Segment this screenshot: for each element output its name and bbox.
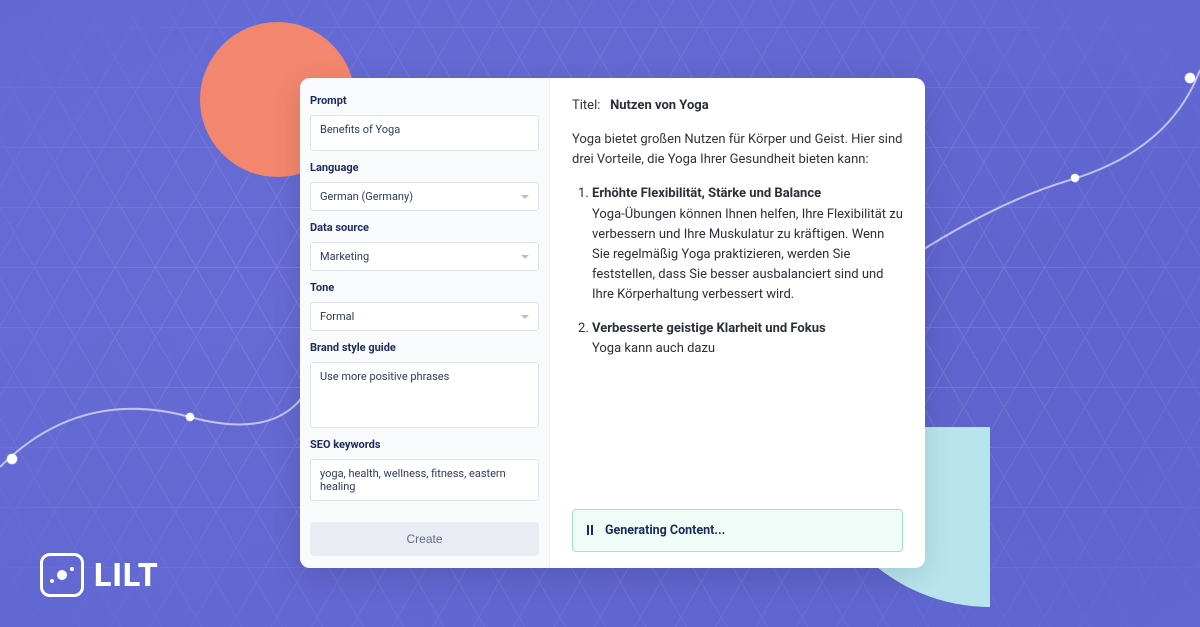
benefit-title: Erhöhte Flexibilität, Stärke und Balance	[592, 184, 903, 204]
brand-logo-text: LILT	[94, 556, 159, 594]
form-panel: Prompt Language German (Germany) Data so…	[300, 78, 550, 568]
benefit-body: Yoga kann auch dazu	[592, 339, 903, 359]
brand-logo-icon	[40, 553, 84, 597]
output-title-value: Nutzen von Yoga	[610, 98, 709, 113]
seo-label: SEO keywords	[310, 438, 539, 451]
brand-style-label: Brand style guide	[310, 341, 539, 354]
tone-select[interactable]: Formal	[310, 302, 539, 331]
brand-style-input[interactable]	[310, 362, 539, 428]
data-source-select[interactable]: Marketing	[310, 242, 539, 271]
brand-logo: LILT	[40, 553, 159, 597]
benefit-title: Verbesserte geistige Klarheit und Fokus	[592, 319, 903, 339]
tone-label: Tone	[310, 281, 539, 294]
list-item: Erhöhte Flexibilität, Stärke und Balance…	[592, 184, 903, 305]
list-item: Verbesserte geistige Klarheit und Fokus …	[592, 319, 903, 359]
data-source-label: Data source	[310, 221, 539, 234]
benefit-body: Yoga-Übungen können Ihnen helfen, Ihre F…	[592, 205, 903, 306]
create-button[interactable]: Create	[310, 522, 539, 556]
status-text: Generating Content...	[605, 521, 725, 540]
language-label: Language	[310, 161, 539, 174]
app-card: Prompt Language German (Germany) Data so…	[300, 78, 925, 568]
prompt-label: Prompt	[310, 94, 539, 107]
output-title-line: Titel: Nutzen von Yoga	[572, 96, 903, 116]
prompt-input[interactable]	[310, 115, 539, 151]
language-select[interactable]: German (Germany)	[310, 182, 539, 211]
output-panel: Titel: Nutzen von Yoga Yoga bietet große…	[550, 78, 925, 568]
output-intro: Yoga bietet großen Nutzen für Körper und…	[572, 130, 903, 170]
decorative-swoosh-left	[0, 347, 320, 547]
output-title-label: Titel:	[572, 98, 600, 113]
pause-icon	[587, 525, 593, 535]
output-benefits-list: Erhöhte Flexibilität, Stärke und Balance…	[572, 184, 903, 373]
seo-input[interactable]	[310, 459, 539, 501]
status-bar: Generating Content...	[572, 509, 903, 552]
